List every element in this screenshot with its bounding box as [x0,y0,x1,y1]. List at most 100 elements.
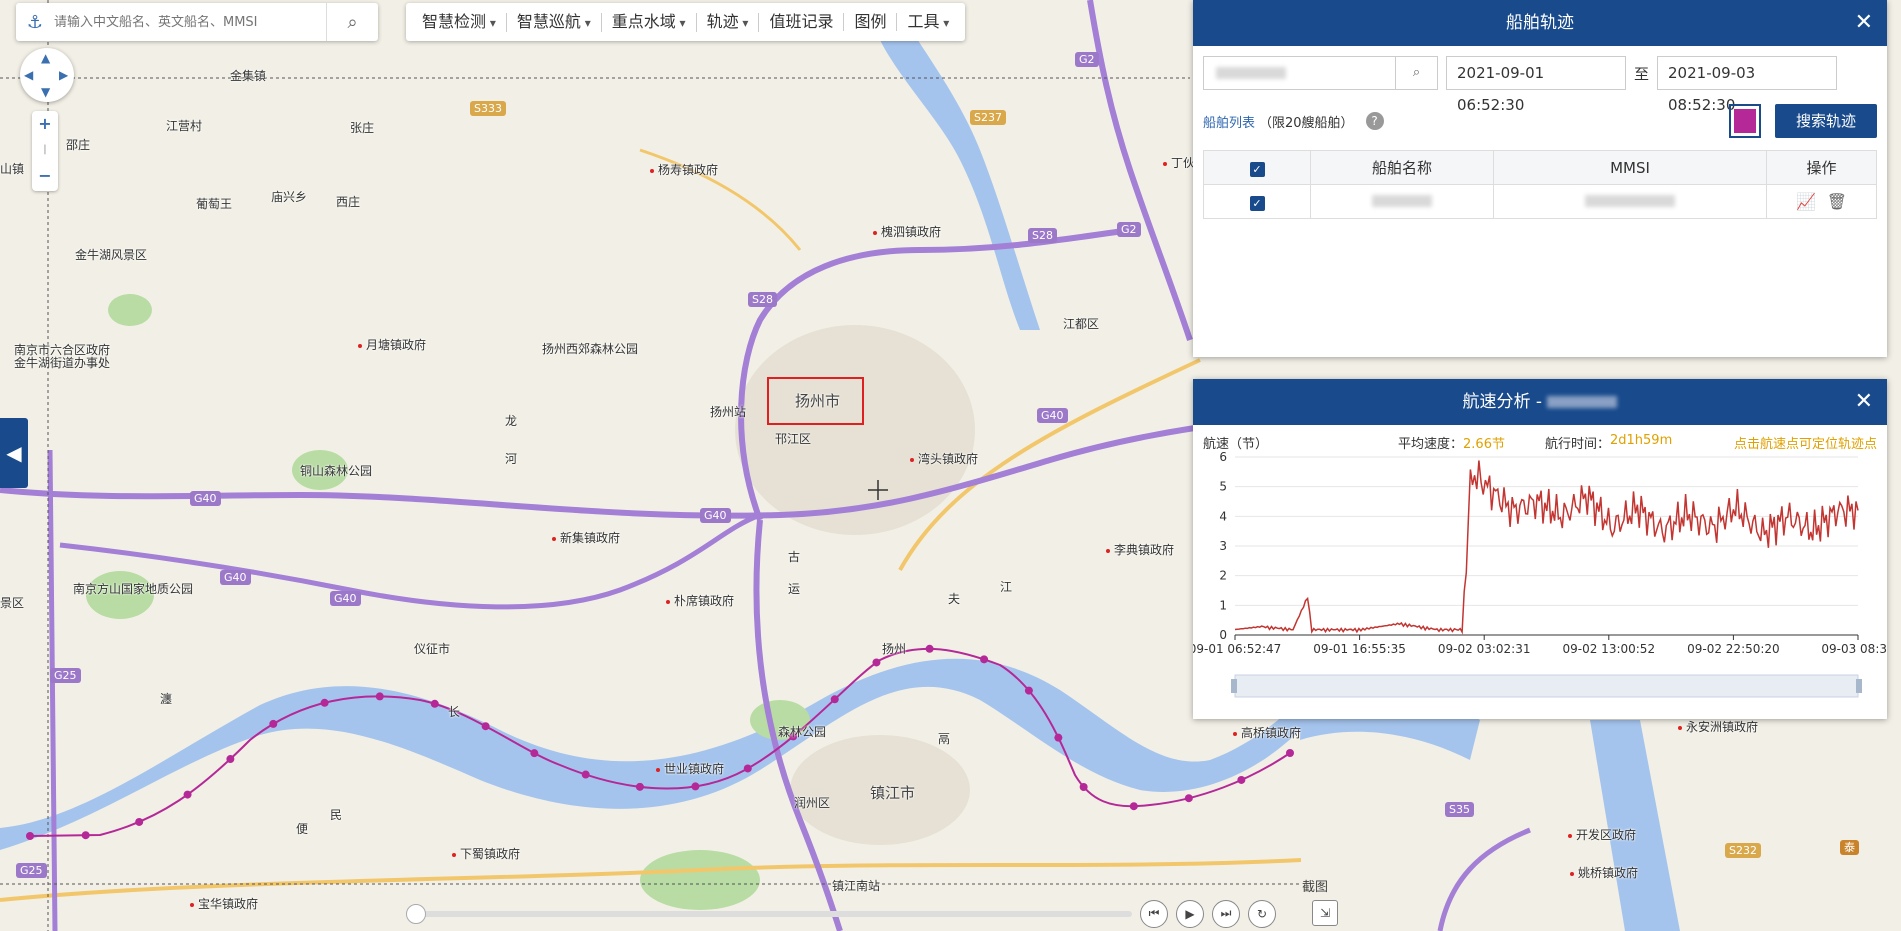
track-point[interactable] [635,782,644,791]
zoom-slider[interactable]: | [32,137,58,163]
select-all-checkbox[interactable]: ✓ [1249,161,1265,177]
track-point[interactable] [26,832,34,840]
track-point[interactable] [1237,775,1246,784]
delete-icon[interactable]: 🗑 [1827,192,1847,211]
track-point[interactable] [1024,686,1033,695]
place-label: 张庄 [350,121,375,135]
place-label: 龙 [505,414,518,428]
place-label: 运 [788,582,801,596]
track-color-picker[interactable] [1729,104,1761,138]
place-label: 姚桥镇政府 [1570,864,1638,881]
menu-item-1[interactable]: 智慧巡航 [507,12,602,32]
place-label: 夫 [948,592,961,606]
place-label: 扬州站 [710,405,747,419]
track-point[interactable] [375,692,384,701]
pan-left-icon[interactable]: ◀ [24,68,33,82]
track-point[interactable] [530,749,539,758]
x-tick-label: 09-03 08:37 [1821,642,1887,656]
track-point[interactable] [581,770,590,779]
track-point[interactable] [1079,783,1088,792]
track-point[interactable] [743,764,752,773]
menu-item-4[interactable]: 值班记录 [759,13,845,31]
y-tick-label: 6 [1219,450,1227,464]
vessel-input[interactable]: ⌕ [1203,56,1438,90]
vessel-list-limit: （限20艘船舶） [1259,115,1354,131]
track-point[interactable] [481,722,490,731]
skip-forward-icon[interactable]: ⏭ [1212,899,1240,928]
road-shield: S28 [1028,228,1057,243]
speed-chart-icon[interactable]: 📈 [1796,192,1816,211]
place-label: 便 [296,822,309,836]
close-icon[interactable]: ✕ [1855,0,1873,46]
redacted-value [1585,194,1675,207]
y-tick-label: 4 [1219,509,1227,523]
pan-up-icon[interactable]: ▲ [41,51,50,65]
place-label: 杨寿镇政府 [650,161,718,178]
place-label: 新集镇政府 [552,529,620,546]
track-point[interactable] [872,658,881,667]
close-icon[interactable]: ✕ [1855,379,1873,425]
track-point[interactable] [1054,733,1063,742]
track-point[interactable] [830,695,839,704]
track-point[interactable] [1129,802,1138,811]
pan-control[interactable]: ▲ ▼ ◀ ▶ [20,48,74,102]
place-label: 仪征市 [414,642,451,656]
menu-item-6[interactable]: 工具 [897,12,959,32]
track-point[interactable] [980,655,989,664]
end-time-input[interactable]: 2021-09-03 08:52:30 [1657,56,1838,114]
place-label: 南京方山国家地质公园 [73,582,194,596]
redacted-value [1216,67,1286,79]
top-menu: 智慧检测智慧巡航重点水域轨迹值班记录图例工具 [406,3,966,41]
track-point[interactable] [691,782,700,791]
collapse-left-panel-button[interactable]: ◀ [0,418,28,488]
zoom-handle-left[interactable] [1231,679,1237,693]
place-label: 朴席镇政府 [666,592,734,609]
track-point[interactable] [81,831,90,840]
track-point[interactable] [1286,749,1294,757]
search-track-button[interactable]: 搜索轨迹 [1775,104,1877,138]
menu-item-0[interactable]: 智慧检测 [412,12,507,32]
search-icon[interactable]: ⌕ [1395,57,1437,89]
screenshot-button[interactable]: ⇲ [1312,900,1338,926]
track-point[interactable] [1184,794,1193,803]
play-icon[interactable]: ▶ [1176,899,1204,928]
data-zoom-slider[interactable] [1234,674,1859,698]
playback-knob[interactable] [406,903,426,924]
road-shield: S232 [1725,843,1761,858]
place-label: 扬州市 [795,392,841,410]
zoom-out-button[interactable]: − [32,163,58,189]
track-point[interactable] [135,817,144,826]
track-point[interactable] [269,719,278,728]
track-point[interactable] [183,790,192,799]
speed-panel-header: 航速分析 - ✕ [1193,379,1887,425]
zoom-handle-right[interactable] [1856,679,1862,693]
y-tick-label: 2 [1219,569,1227,583]
place-label: 江营村 [166,119,203,133]
replay-icon[interactable]: ↻ [1248,899,1276,928]
vessel-list-link[interactable]: 船舶列表 [1203,112,1255,131]
skip-back-icon[interactable]: ⏮ [1140,899,1168,928]
road-shield: G25 [16,863,47,878]
place-label: 鬲 [938,732,951,746]
row-checkbox[interactable]: ✓ [1249,195,1265,211]
place-label: 森林公园 [778,725,827,739]
ship-search-input[interactable] [54,14,326,30]
track-point[interactable] [430,699,439,708]
track-point[interactable] [925,644,934,653]
playback-track[interactable] [406,903,1132,924]
pan-right-icon[interactable]: ▶ [59,68,68,82]
track-point[interactable] [226,755,235,764]
zoom-in-button[interactable]: + [32,111,58,137]
menu-item-3[interactable]: 轨迹 [697,12,760,32]
search-icon[interactable]: ⌕ [326,3,378,41]
screenshot-label: 截图 [1302,880,1329,895]
pan-down-icon[interactable]: ▼ [41,85,50,99]
place-label: 永安洲镇政府 [1678,718,1758,735]
start-time-input[interactable]: 2021-09-01 06:52:30 [1446,56,1626,114]
speed-chart[interactable]: 0 1 2 3 4 5 6 09-01 06:52:47 09-01 16:55:35 09-02… [1193,443,1887,713]
menu-item-2[interactable]: 重点水域 [602,12,697,32]
menu-item-5[interactable]: 图例 [844,13,898,31]
track-point[interactable] [320,698,329,707]
place-label: 庙兴乡 [271,190,308,204]
help-icon[interactable]: ? [1365,112,1384,130]
